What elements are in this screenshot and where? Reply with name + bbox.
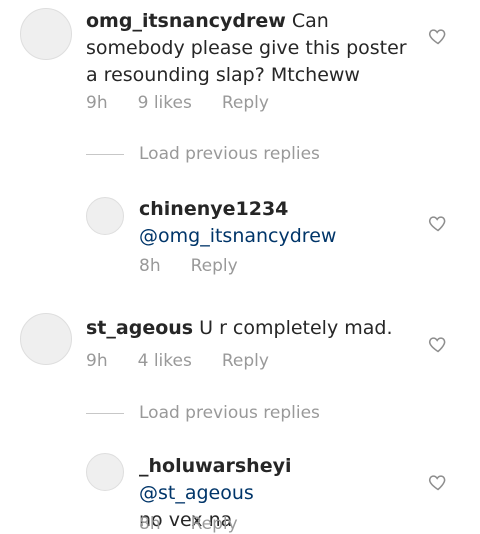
avatar[interactable]: [20, 8, 72, 60]
comment-username[interactable]: st_ageous: [86, 317, 193, 339]
reply-button[interactable]: Reply: [222, 351, 269, 371]
reply-item: _holuwarsheyi @st_ageous no vex na 8h Re…: [0, 448, 480, 534]
load-previous-replies[interactable]: Load previous replies: [86, 403, 320, 423]
comment-text: Can: [285, 10, 329, 32]
comment-time: 9h: [86, 351, 108, 371]
comment-username[interactable]: chinenye1234: [139, 198, 288, 220]
heart-icon[interactable]: [428, 213, 448, 233]
comment-text: somebody please give this poster: [86, 37, 407, 59]
comment-username[interactable]: _holuwarsheyi: [139, 455, 291, 477]
comment-meta: 9h 9 likes Reply: [86, 93, 299, 113]
comment-time: 9h: [86, 93, 108, 113]
mention-link[interactable]: @st_ageous: [139, 482, 254, 504]
reply-button[interactable]: Reply: [222, 93, 269, 113]
reply-item: chinenye1234 @omg_itsnancydrew 8h Reply: [0, 190, 480, 290]
comment-meta: 8h Reply: [139, 514, 268, 534]
comment-time: 8h: [139, 256, 161, 276]
avatar[interactable]: [86, 453, 124, 491]
comment-item: st_ageous U r completely mad. 9h 4 likes…: [0, 310, 480, 390]
load-previous-label: Load previous replies: [139, 403, 320, 423]
avatar[interactable]: [20, 313, 72, 365]
likes-count[interactable]: 9 likes: [138, 93, 192, 113]
comment-item: omg_itsnancydrew Can somebody please giv…: [0, 0, 480, 130]
comment-time: 8h: [139, 514, 161, 534]
mention-link[interactable]: @omg_itsnancydrew: [139, 225, 336, 247]
comment-username[interactable]: omg_itsnancydrew: [86, 10, 286, 32]
load-previous-label: Load previous replies: [139, 144, 320, 164]
comment-meta: 8h Reply: [139, 256, 268, 276]
reply-button[interactable]: Reply: [191, 256, 238, 276]
avatar[interactable]: [86, 197, 124, 235]
comment-body: omg_itsnancydrew Can somebody please giv…: [86, 8, 416, 89]
likes-count[interactable]: 4 likes: [138, 351, 192, 371]
comment-text: a resounding slap? Mtcheww: [86, 64, 360, 86]
divider: [86, 153, 124, 155]
divider: [86, 412, 124, 414]
comment-text: U r completely mad.: [193, 317, 393, 339]
comment-body: st_ageous U r completely mad.: [86, 315, 416, 342]
comment-meta: 9h 4 likes Reply: [86, 351, 299, 371]
comment-body: chinenye1234 @omg_itsnancydrew: [139, 196, 409, 250]
heart-icon[interactable]: [428, 472, 448, 492]
heart-icon[interactable]: [428, 26, 448, 46]
load-previous-replies[interactable]: Load previous replies: [86, 144, 320, 164]
reply-button[interactable]: Reply: [191, 514, 238, 534]
heart-icon[interactable]: [428, 334, 448, 354]
